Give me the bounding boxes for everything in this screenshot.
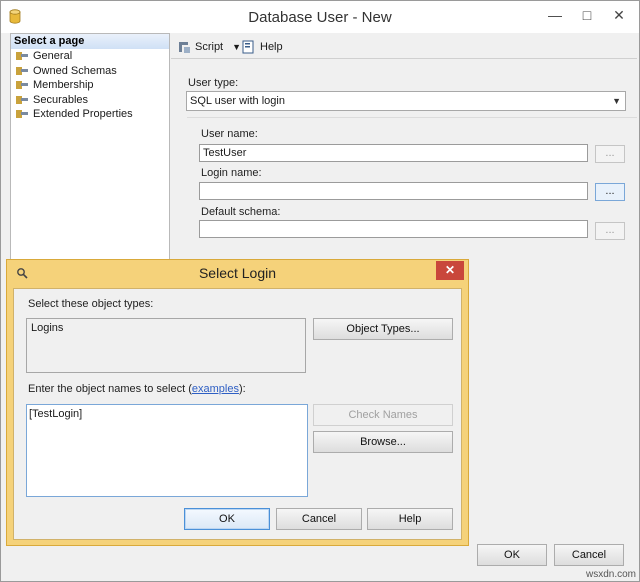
- sidebar-item-label: Extended Properties: [33, 108, 133, 120]
- select-login-dialog: Select Login ✕ Select these object types…: [6, 259, 469, 546]
- dialog-title: Select Login: [198, 265, 277, 281]
- sidebar-item-owned-schemas[interactable]: Owned Schemas: [11, 64, 169, 79]
- object-names-input[interactable]: [TestLogin]: [26, 404, 308, 497]
- login-name-browse-button[interactable]: ...: [595, 183, 625, 201]
- ok-button[interactable]: OK: [477, 544, 547, 566]
- watermark: wsxdn.com: [585, 569, 636, 580]
- cancel-button[interactable]: Cancel: [554, 544, 624, 566]
- sidebar-item-label: Membership: [33, 79, 94, 91]
- object-types-button[interactable]: Object Types...: [313, 318, 453, 340]
- default-schema-browse-button[interactable]: ...: [595, 222, 625, 240]
- minimize-icon[interactable]: —: [541, 3, 569, 27]
- wrench-icon: [16, 95, 28, 104]
- examples-link[interactable]: examples: [192, 383, 239, 395]
- dialog-title-bar: Select Login ✕: [7, 260, 468, 286]
- user-name-browse-button[interactable]: ...: [595, 145, 625, 163]
- object-types-label: Select these object types:: [28, 298, 154, 310]
- chevron-down-icon: ▼: [612, 96, 621, 106]
- wrench-icon: [16, 81, 28, 90]
- sidebar-item-label: Securables: [33, 93, 89, 106]
- script-button[interactable]: Script ▼: [176, 39, 241, 55]
- user-type-label: User type:: [188, 77, 239, 89]
- dialog-help-button[interactable]: Help: [367, 508, 453, 530]
- object-names-value: [TestLogin]: [29, 408, 83, 420]
- wrench-icon: [16, 52, 28, 61]
- default-schema-field[interactable]: [199, 220, 588, 238]
- dialog-ok-button[interactable]: OK: [184, 508, 270, 530]
- title-bar: Database User - New — □ ✕: [1, 1, 639, 33]
- help-book-icon: [242, 40, 254, 54]
- page-selector-header: Select a page: [11, 34, 169, 49]
- sidebar-item-label: Owned Schemas: [33, 64, 117, 77]
- script-label: Script: [195, 41, 224, 53]
- user-type-select[interactable]: SQL user with login ▼: [186, 91, 626, 111]
- user-type-value: SQL user with login: [190, 95, 285, 107]
- dialog-cancel-button[interactable]: Cancel: [276, 508, 362, 530]
- sidebar-item-membership[interactable]: Membership: [11, 78, 169, 93]
- chevron-down-icon[interactable]: ▼: [232, 42, 241, 52]
- check-names-button[interactable]: Check Names: [313, 404, 453, 426]
- sidebar-item-securables[interactable]: Securables: [11, 93, 169, 108]
- user-name-field[interactable]: TestUser: [199, 144, 588, 162]
- dialog-body: Select these object types: Logins Object…: [13, 288, 462, 540]
- user-name-label: User name:: [201, 128, 258, 140]
- login-name-label: Login name:: [201, 167, 262, 179]
- wrench-icon: [16, 110, 28, 119]
- sidebar-item-general[interactable]: General: [11, 49, 169, 64]
- close-icon[interactable]: ✕: [605, 3, 633, 27]
- object-types-value: Logins: [31, 322, 64, 334]
- dialog-close-icon[interactable]: ✕: [436, 261, 464, 280]
- object-names-label-prefix: Enter the object names to select (: [28, 383, 192, 395]
- script-icon: [179, 42, 190, 53]
- object-names-label-suffix: ):: [238, 383, 246, 395]
- sidebar-item-extended-properties[interactable]: Extended Properties: [11, 107, 169, 122]
- help-label: Help: [260, 41, 283, 53]
- default-schema-label: Default schema:: [201, 206, 281, 218]
- sidebar-item-label: General: [33, 50, 73, 62]
- toolbar: Script ▼ Help: [171, 35, 637, 59]
- maximize-icon[interactable]: □: [573, 3, 601, 27]
- object-types-box[interactable]: Logins: [26, 318, 306, 373]
- object-names-label: Enter the object names to select (exampl…: [28, 383, 246, 395]
- login-name-field[interactable]: [199, 182, 588, 200]
- help-button[interactable]: Help: [241, 39, 283, 55]
- wrench-icon: [16, 66, 28, 75]
- browse-button[interactable]: Browse...: [313, 431, 453, 453]
- page-selector-pane: Select a page General Owned Schemas Memb…: [10, 33, 170, 265]
